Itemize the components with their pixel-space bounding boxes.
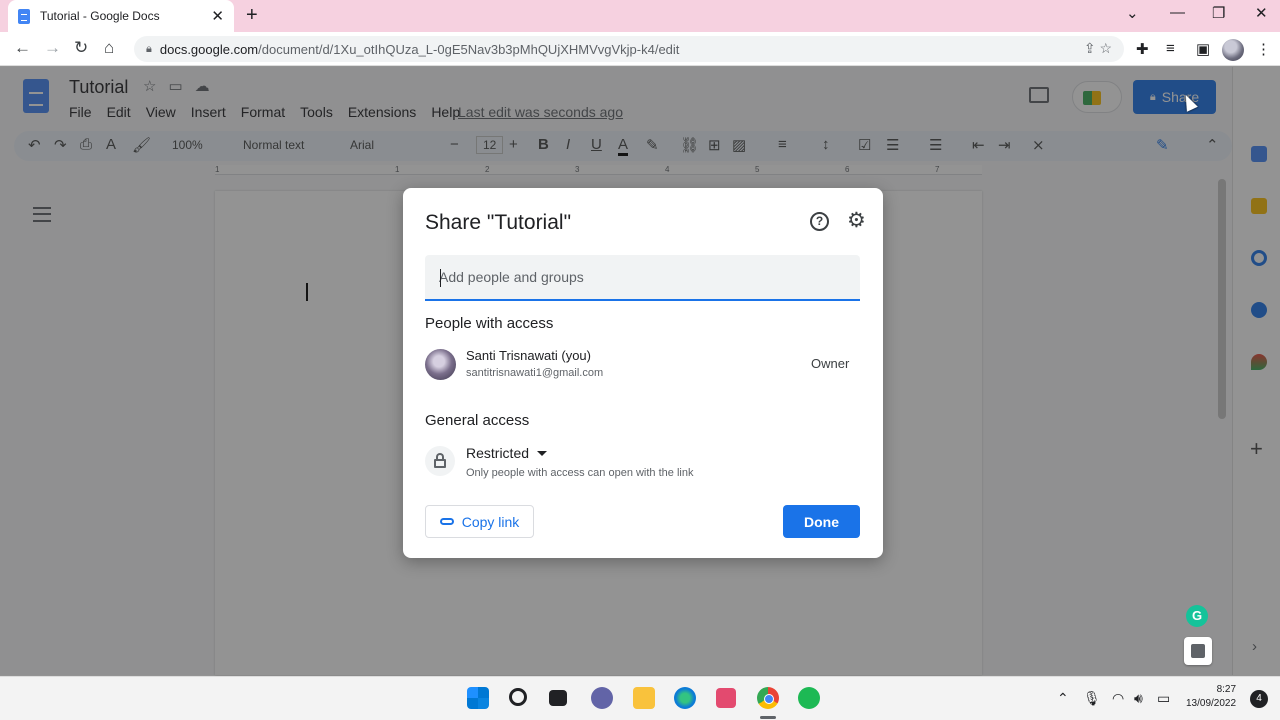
add-people-input[interactable]	[425, 255, 860, 301]
owner-role: Owner	[811, 356, 850, 371]
extensions-icon[interactable]: ✚	[1136, 40, 1149, 58]
settings-gear-icon[interactable]: ⚙	[847, 210, 866, 231]
dropdown-arrow-icon	[537, 450, 548, 456]
link-chain-icon	[439, 518, 454, 525]
chrome-icon[interactable]	[757, 687, 779, 709]
browser-toolbar: ← → ↻ ⌂ 🔒︎ docs.google.com/document/d/1X…	[0, 32, 1280, 66]
url-text: docs.google.com/document/d/1Xu_otIhQUza_…	[159, 41, 680, 57]
close-window-button[interactable]: ✕	[1255, 4, 1268, 22]
teams-chat-icon[interactable]	[591, 687, 613, 709]
clock-time: 8:27	[1216, 684, 1237, 695]
input-caret	[440, 269, 441, 287]
grammarly-icon[interactable]: G	[1186, 605, 1208, 627]
edge-icon[interactable]	[674, 687, 696, 709]
side-panel-icon[interactable]: ▣	[1196, 40, 1210, 58]
notification-badge[interactable]: 4	[1250, 690, 1268, 708]
active-app-indicator	[760, 716, 776, 719]
tab-search-icon[interactable]: ⌄	[1126, 4, 1139, 22]
restore-button[interactable]: ❐	[1212, 4, 1225, 22]
microphone-icon[interactable]: 🎙︎	[1083, 690, 1101, 707]
spotify-icon[interactable]	[798, 687, 820, 709]
general-access-heading: General access	[425, 412, 530, 429]
system-clock[interactable]: 8:27 13/09/2022	[1186, 683, 1236, 711]
restricted-lock-icon	[425, 446, 455, 476]
owner-name: Santi Trisnawati (you)	[466, 348, 591, 363]
bookmark-star-icon[interactable]: ⇪ ☆	[1084, 40, 1112, 57]
share-dialog: Share "Tutorial" ? ⚙ People with access …	[403, 188, 883, 558]
clock-date: 13/09/2022	[1186, 698, 1237, 709]
done-button[interactable]: Done	[783, 505, 860, 538]
help-icon[interactable]: ?	[810, 212, 829, 231]
people-with-access-heading: People with access	[425, 315, 554, 332]
reload-icon[interactable]: ↻	[74, 38, 88, 58]
menu-dots-icon[interactable]: ⋮	[1256, 40, 1271, 58]
dialog-title: Share "Tutorial"	[425, 211, 572, 234]
access-level-label: Restricted	[466, 445, 530, 461]
minimize-button[interactable]: —	[1170, 4, 1185, 21]
browser-profile-avatar[interactable]	[1222, 39, 1244, 61]
browser-tab[interactable]: Tutorial - Google Docs ✕	[8, 0, 234, 32]
access-level-dropdown[interactable]: Restricted	[466, 445, 548, 461]
volume-icon[interactable]: 🔊︎	[1134, 690, 1143, 707]
copy-link-button[interactable]: Copy link	[425, 505, 534, 538]
address-bar[interactable]: 🔒︎ docs.google.com/document/d/1Xu_otIhQU…	[134, 36, 1124, 62]
search-icon[interactable]	[509, 688, 527, 706]
wifi-icon[interactable]: ◠	[1112, 690, 1124, 707]
copy-link-label: Copy link	[461, 513, 520, 530]
tab-title: Tutorial - Google Docs	[40, 9, 160, 23]
windows-start-icon[interactable]	[467, 687, 489, 709]
snipping-tool-icon[interactable]	[716, 688, 736, 708]
battery-icon[interactable]: ▭	[1157, 690, 1170, 707]
lock-icon: 🔒︎	[146, 42, 152, 55]
back-icon[interactable]: ←	[14, 38, 31, 58]
home-icon[interactable]: ⌂	[104, 38, 114, 58]
owner-email: santitrisnawati1@gmail.com	[466, 367, 604, 379]
docs-favicon-icon	[18, 8, 30, 24]
owner-avatar	[425, 349, 456, 380]
tab-close-icon[interactable]: ✕	[211, 7, 224, 25]
reading-list-icon[interactable]: ≡	[1166, 40, 1175, 57]
explore-icon[interactable]	[1184, 637, 1212, 665]
tray-overflow-icon[interactable]: ⌃	[1057, 690, 1069, 707]
forward-icon[interactable]: →	[44, 38, 61, 58]
access-description: Only people with access can open with th…	[466, 467, 694, 479]
file-explorer-icon[interactable]	[633, 687, 655, 709]
task-view-icon[interactable]	[549, 690, 567, 706]
new-tab-button[interactable]: +	[246, 4, 258, 27]
tab-strip: Tutorial - Google Docs ✕ + ⌄ — ❐ ✕	[0, 0, 1280, 32]
taskbar: ⌃ 🎙︎ ◠ 🔊︎ ▭ 8:27 13/09/2022 4	[0, 676, 1280, 720]
